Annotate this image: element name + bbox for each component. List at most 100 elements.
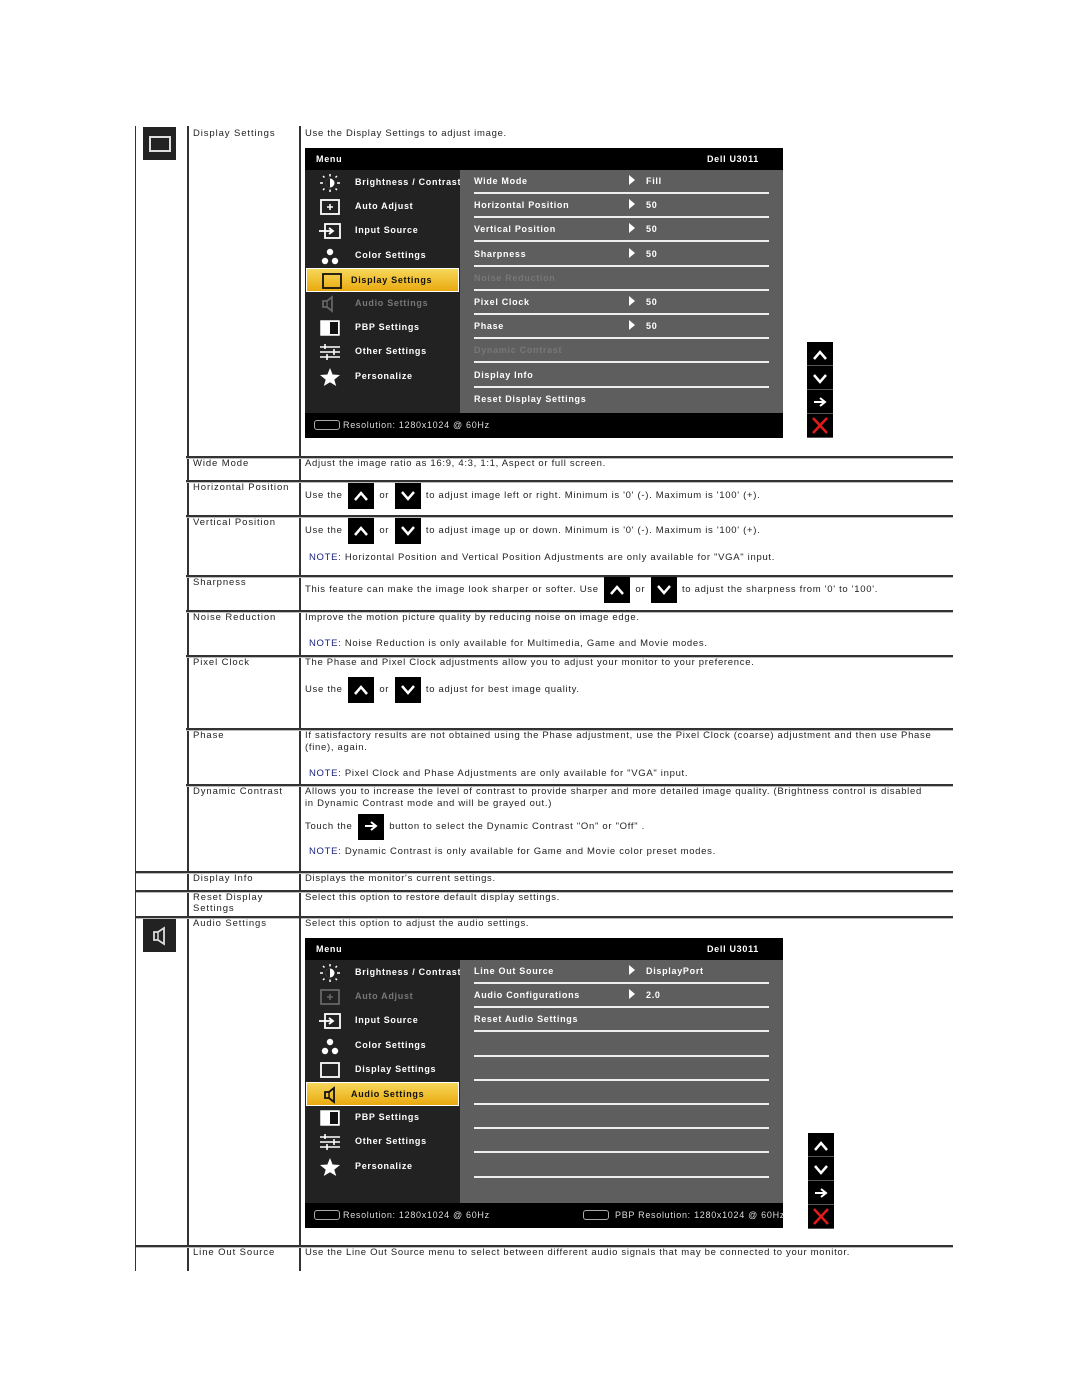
table-row-dynamic-contrast: Dynamic Contrast Allows you to increase … [135,784,953,871]
row-description: Adjust the image ratio as 16:9, 4:3, 1:1… [305,458,606,469]
display-settings-icon [143,127,176,160]
color-settings-icon [321,1038,339,1054]
up-key-icon [347,483,374,509]
table-row-phase: Phase If satisfactory results are not ob… [135,728,953,784]
osd-submenu-label: Pixel Clock [474,297,530,307]
osd-menu-item[interactable]: PBP Settings [305,316,460,340]
osd-submenu-label: Display Info [474,369,534,380]
other-settings-icon [320,344,340,361]
osd-submenu-value: 50 [646,248,658,259]
osd-menu-item[interactable]: Brightness / Contrast [305,171,462,195]
osd-submenu-item[interactable]: Reset Display Settings [474,388,769,412]
triangle-right-icon [629,247,635,258]
osd-documentation-table: Display Settings Use the Display Setting… [135,126,953,1271]
down-key-icon [394,518,421,544]
osd-submenu-item[interactable]: Dynamic Contrast [474,339,769,364]
note: NOTE: Pixel Clock and Phase Adjustments … [309,768,689,779]
osd-main-menu: Brightness / Contrast Auto Adjust Input So… [305,960,461,1203]
osd-submenu-item[interactable]: Horizontal Position 50 [474,194,769,219]
osd-submenu-value: 50 [646,297,658,307]
osd-status-bar: Resolution: 1280x1024 @ 60Hz PBP Resoluti… [305,1203,785,1228]
connector-icon [583,1210,609,1220]
osd-menu-item-label: Brightness / Contrast [355,177,462,187]
osd-submenu-item [474,1105,769,1130]
osd-submenu-item[interactable]: Sharpness 50 [474,243,769,267]
osd-menu-item[interactable]: Brightness / Contrast [305,961,461,985]
osd-menu-item[interactable]: Auto Adjust [305,985,460,1009]
osd-submenu-item[interactable]: Pixel Clock 50 [474,291,769,315]
osd-menu-item[interactable]: Display Settings [305,1058,460,1082]
osd-menu-item-label: Personalize [355,370,413,381]
osd-menu-item[interactable]: Other Settings [305,1130,460,1154]
up-key-icon [808,1133,834,1157]
osd-submenu-label: Wide Mode [474,176,528,186]
osd-menu-item-label: Color Settings [355,1039,427,1050]
table-row-pixel-clock: Pixel Clock The Phase and Pixel Clock ad… [135,655,953,728]
osd-submenu-item[interactable]: Vertical Position 50 [474,218,769,243]
osd-menu-item[interactable]: Display Settings [306,267,459,292]
osd-submenu-label: Audio Configurations [474,990,580,1001]
osd-submenu: Wide Mode Fill Horizontal Position 50 Vertic… [460,170,783,413]
osd-menu-item[interactable]: Color Settings [305,1034,460,1058]
osd-menu-item[interactable]: Audio Settings [306,1082,459,1106]
osd-menu-item[interactable]: Color Settings [305,244,460,268]
osd-submenu-item[interactable]: Reset Audio Settings [474,1008,769,1033]
up-key-icon [807,342,833,366]
row-name: Pixel Clock [187,655,299,728]
osd-menu-item-label: Personalize [355,1160,413,1171]
osd-submenu-item[interactable]: Noise Reduction [474,267,769,291]
enter-key-icon [807,390,833,414]
osd-menu-item[interactable]: Personalize [305,1155,460,1179]
osd-menu-item[interactable]: Personalize [305,365,460,389]
resolution-label: Resolution: 1280x1024 @ 60Hz [343,1210,490,1220]
table-row-reset-display-settings: Reset Display Settings Select this optio… [135,890,953,916]
row-name: Vertical Position [187,515,299,575]
brightness-icon [320,174,340,192]
osd-menu-item[interactable]: Auto Adjust [305,195,460,219]
pbp-settings-icon [320,320,340,336]
pbp-resolution-label: PBP Resolution: 1280x1024 @ 60Hz [615,1210,785,1220]
display-settings-icon [320,1061,340,1078]
exit-key-icon [808,1205,834,1229]
osd-submenu-label: Reset Audio Settings [474,1014,579,1025]
row-name: Phase [187,728,299,784]
osd-menu-item-label: PBP Settings [355,322,420,333]
row-name: Horizontal Position [187,480,299,515]
enter-key-icon [808,1181,834,1205]
osd-menu-item[interactable]: Input Source [305,1009,460,1033]
osd-submenu-label: Horizontal Position [474,200,570,211]
osd-title: Menu [316,944,343,954]
osd-submenu-item [474,1154,769,1178]
osd-menu-item[interactable]: Other Settings [305,340,460,364]
osd-menu-item-label: Auto Adjust [355,201,414,212]
osd-menu-item[interactable]: Input Source [305,219,460,243]
osd-submenu-item[interactable]: Wide Mode Fill [474,170,769,194]
osd-menu-item[interactable]: PBP Settings [305,1106,460,1130]
osd-submenu-item[interactable]: Audio Configurations 2.0 [474,984,769,1009]
osd-submenu: Line Out Source DisplayPort Audio Configur… [460,960,783,1203]
osd-menu-item-label: Auto Adjust [355,991,414,1002]
row-name: Sharpness [187,575,299,610]
osd-submenu-item[interactable]: Line Out Source DisplayPort [474,960,769,984]
row-name: Line Out Source [187,1245,299,1271]
osd-submenu-item[interactable]: Display Info [474,364,769,388]
osd-submenu-item [474,1033,769,1057]
osd-header: Menu Dell U3011 [305,148,783,170]
other-settings-icon [320,1134,340,1151]
osd-submenu-label: Line Out Source [474,966,555,976]
front-panel-keys [808,1133,834,1229]
osd-menu-audio-settings: Menu Dell U3011 Brightness / Contrast Auto … [305,938,785,1228]
osd-title: Menu [316,154,343,164]
osd-submenu-value: 2.0 [646,990,661,1001]
osd-submenu-item [474,1081,769,1105]
row-name: Display Info [187,871,299,890]
osd-submenu-item[interactable]: Phase 50 [474,315,769,340]
osd-submenu-label: Phase [474,321,505,332]
osd-submenu-item [474,1129,769,1154]
row-name: Display Settings [187,126,299,456]
connector-icon [314,420,340,430]
osd-menu-item[interactable]: Audio Settings [305,292,460,316]
osd-status-bar: Resolution: 1280x1024 @ 60Hz [305,413,783,438]
note: NOTE: Noise Reduction is only available … [309,638,708,649]
osd-header: Menu Dell U3011 [305,938,783,960]
